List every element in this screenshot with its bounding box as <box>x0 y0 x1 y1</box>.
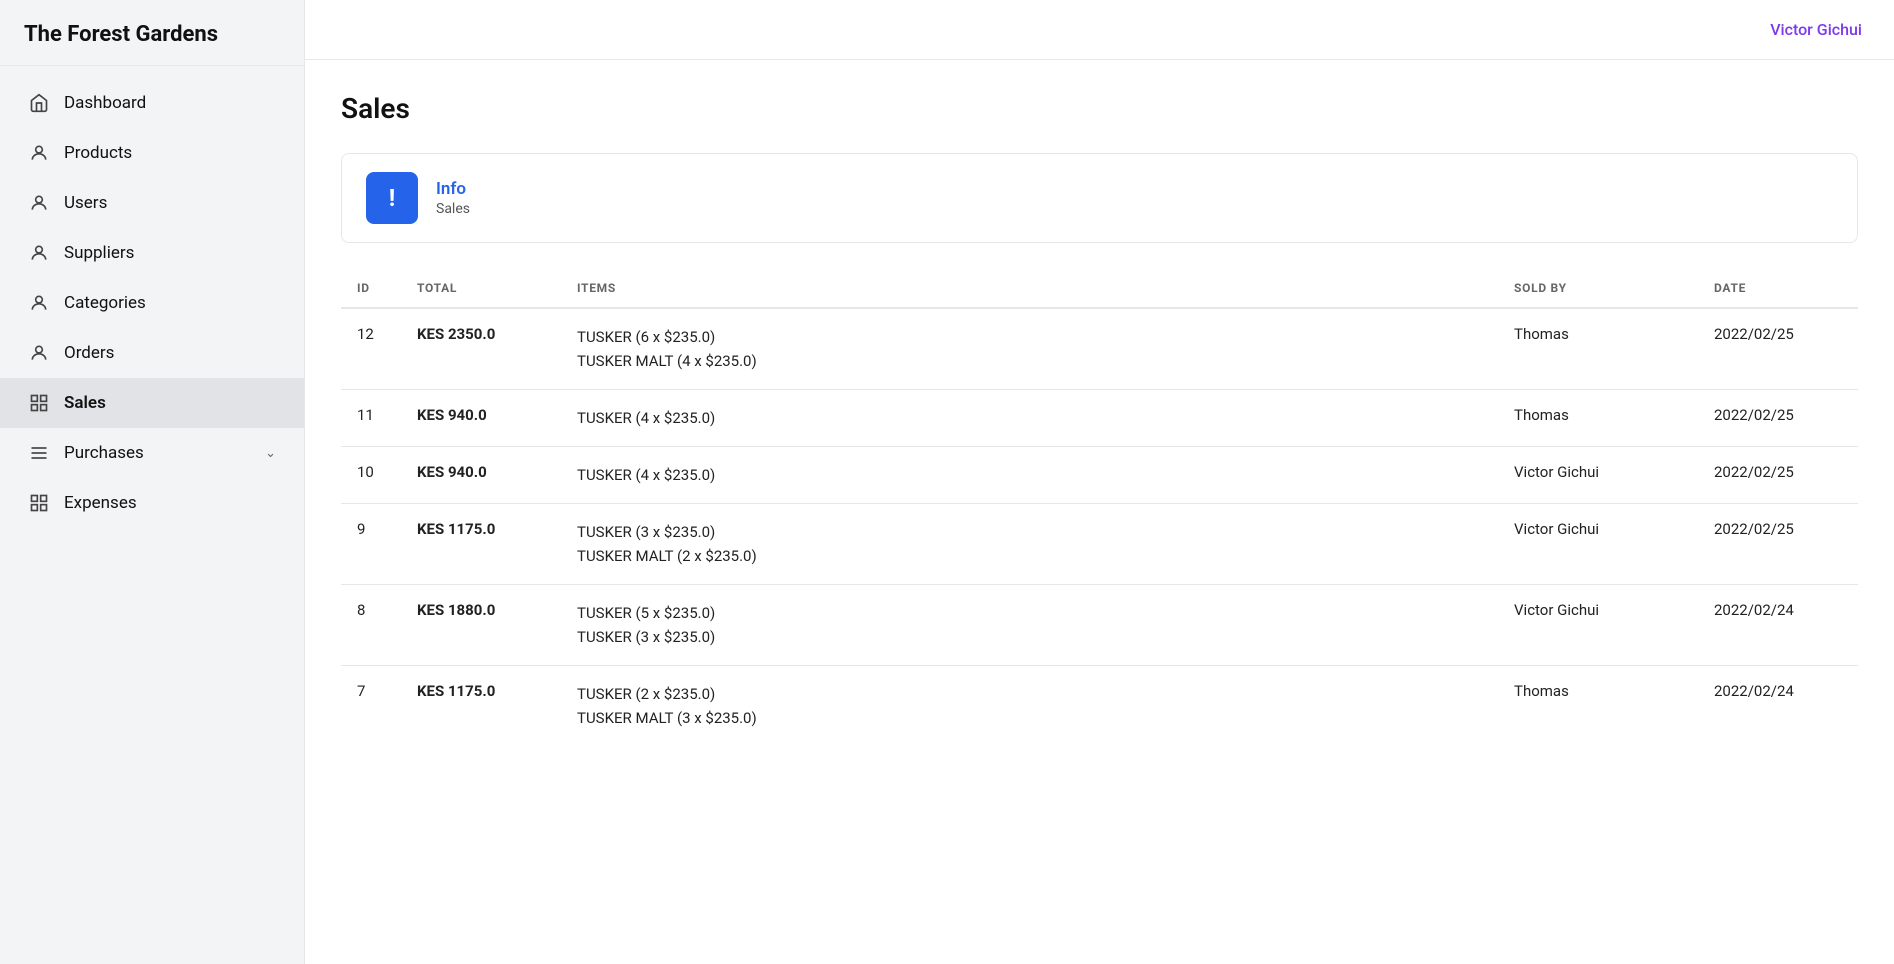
cell-soldby: Victor Gichui <box>1498 585 1698 666</box>
table-row: 8KES 1880.0TUSKER (5 x $235.0)TUSKER (3 … <box>341 585 1858 666</box>
cell-total: KES 1175.0 <box>401 666 561 747</box>
col-id: ID <box>341 271 401 308</box>
sidebar-label-expenses: Expenses <box>64 493 276 513</box>
item-line: TUSKER (5 x $235.0) <box>577 601 1482 625</box>
sidebar-label-categories: Categories <box>64 293 276 313</box>
sidebar-label-suppliers: Suppliers <box>64 243 276 263</box>
item-line: TUSKER (4 x $235.0) <box>577 463 1482 487</box>
item-line: TUSKER (6 x $235.0) <box>577 325 1482 349</box>
sidebar-item-products[interactable]: Products <box>0 128 304 178</box>
main-area: Victor Gichui Sales ! Info Sales ID TOTA… <box>305 0 1894 964</box>
app-title: The Forest Gardens <box>0 0 304 66</box>
item-line: TUSKER MALT (2 x $235.0) <box>577 544 1482 568</box>
info-text: Info Sales <box>436 179 470 217</box>
item-line: TUSKER (3 x $235.0) <box>577 520 1482 544</box>
sidebar-label-products: Products <box>64 143 276 163</box>
item-line: TUSKER (4 x $235.0) <box>577 406 1482 430</box>
cell-items: TUSKER (6 x $235.0)TUSKER MALT (4 x $235… <box>561 308 1498 390</box>
topbar: Victor Gichui <box>305 0 1894 60</box>
cell-soldby: Thomas <box>1498 666 1698 747</box>
chevron-down-icon: ⌄ <box>265 446 276 461</box>
purchases-icon <box>28 442 50 464</box>
item-line: TUSKER (3 x $235.0) <box>577 625 1482 649</box>
home-icon <box>28 92 50 114</box>
cell-total: KES 940.0 <box>401 447 561 504</box>
products-icon <box>28 142 50 164</box>
col-total: TOTAL <box>401 271 561 308</box>
sales-table: ID TOTAL ITEMS SOLD BY DATE 12KES 2350.0… <box>341 271 1858 746</box>
user-name[interactable]: Victor Gichui <box>1770 20 1862 39</box>
sidebar-item-categories[interactable]: Categories <box>0 278 304 328</box>
table-row: 11KES 940.0 TUSKER (4 x $235.0) Thomas2022… <box>341 390 1858 447</box>
info-title: Info <box>436 179 470 199</box>
cell-date: 2022/02/24 <box>1698 666 1858 747</box>
sidebar-item-expenses[interactable]: Expenses <box>0 478 304 528</box>
table-row: 12KES 2350.0TUSKER (6 x $235.0)TUSKER MA… <box>341 308 1858 390</box>
cell-id: 11 <box>341 390 401 447</box>
item-line: TUSKER MALT (4 x $235.0) <box>577 349 1482 373</box>
cell-date: 2022/02/25 <box>1698 447 1858 504</box>
cell-items: TUSKER (4 x $235.0) <box>561 390 1498 447</box>
sidebar-label-orders: Orders <box>64 343 276 363</box>
info-subtitle: Sales <box>436 201 470 217</box>
cell-date: 2022/02/25 <box>1698 308 1858 390</box>
item-line: TUSKER MALT (3 x $235.0) <box>577 706 1482 730</box>
cell-items: TUSKER (5 x $235.0)TUSKER (3 x $235.0) <box>561 585 1498 666</box>
sidebar-nav: Dashboard Products Users Suppliers Categ <box>0 66 304 540</box>
sidebar-item-users[interactable]: Users <box>0 178 304 228</box>
cell-total: KES 1175.0 <box>401 504 561 585</box>
info-icon-box: ! <box>366 172 418 224</box>
exclamation-icon: ! <box>389 184 396 212</box>
table-header-row: ID TOTAL ITEMS SOLD BY DATE <box>341 271 1858 308</box>
cell-id: 7 <box>341 666 401 747</box>
suppliers-icon <box>28 242 50 264</box>
orders-icon <box>28 342 50 364</box>
expenses-icon <box>28 492 50 514</box>
sidebar-label-dashboard: Dashboard <box>64 93 276 113</box>
cell-id: 12 <box>341 308 401 390</box>
cell-total: KES 2350.0 <box>401 308 561 390</box>
cell-id: 10 <box>341 447 401 504</box>
categories-icon <box>28 292 50 314</box>
cell-id: 9 <box>341 504 401 585</box>
cell-soldby: Victor Gichui <box>1498 504 1698 585</box>
col-items: ITEMS <box>561 271 1498 308</box>
col-soldby: SOLD BY <box>1498 271 1698 308</box>
users-icon <box>28 192 50 214</box>
table-row: 10KES 940.0 TUSKER (4 x $235.0) Victor Gic… <box>341 447 1858 504</box>
sidebar: The Forest Gardens Dashboard Products Us… <box>0 0 305 964</box>
cell-date: 2022/02/24 <box>1698 585 1858 666</box>
cell-soldby: Victor Gichui <box>1498 447 1698 504</box>
cell-soldby: Thomas <box>1498 390 1698 447</box>
table-row: 7KES 1175.0TUSKER (2 x $235.0)TUSKER MAL… <box>341 666 1858 747</box>
sidebar-item-suppliers[interactable]: Suppliers <box>0 228 304 278</box>
sidebar-label-purchases: Purchases <box>64 443 251 463</box>
sidebar-item-purchases[interactable]: Purchases ⌄ <box>0 428 304 478</box>
cell-soldby: Thomas <box>1498 308 1698 390</box>
sidebar-label-sales: Sales <box>64 393 276 413</box>
info-card: ! Info Sales <box>341 153 1858 243</box>
cell-items: TUSKER (2 x $235.0)TUSKER MALT (3 x $235… <box>561 666 1498 747</box>
sidebar-item-orders[interactable]: Orders <box>0 328 304 378</box>
cell-items: TUSKER (4 x $235.0) <box>561 447 1498 504</box>
sidebar-label-users: Users <box>64 193 276 213</box>
page-title: Sales <box>341 92 1858 125</box>
sidebar-item-sales[interactable]: Sales <box>0 378 304 428</box>
cell-id: 8 <box>341 585 401 666</box>
main-content: Sales ! Info Sales ID TOTAL ITEMS SOLD B… <box>305 60 1894 964</box>
sales-icon <box>28 392 50 414</box>
cell-total: KES 940.0 <box>401 390 561 447</box>
sidebar-item-dashboard[interactable]: Dashboard <box>0 78 304 128</box>
item-line: TUSKER (2 x $235.0) <box>577 682 1482 706</box>
cell-total: KES 1880.0 <box>401 585 561 666</box>
cell-date: 2022/02/25 <box>1698 390 1858 447</box>
col-date: DATE <box>1698 271 1858 308</box>
cell-date: 2022/02/25 <box>1698 504 1858 585</box>
cell-items: TUSKER (3 x $235.0)TUSKER MALT (2 x $235… <box>561 504 1498 585</box>
table-row: 9KES 1175.0TUSKER (3 x $235.0)TUSKER MAL… <box>341 504 1858 585</box>
